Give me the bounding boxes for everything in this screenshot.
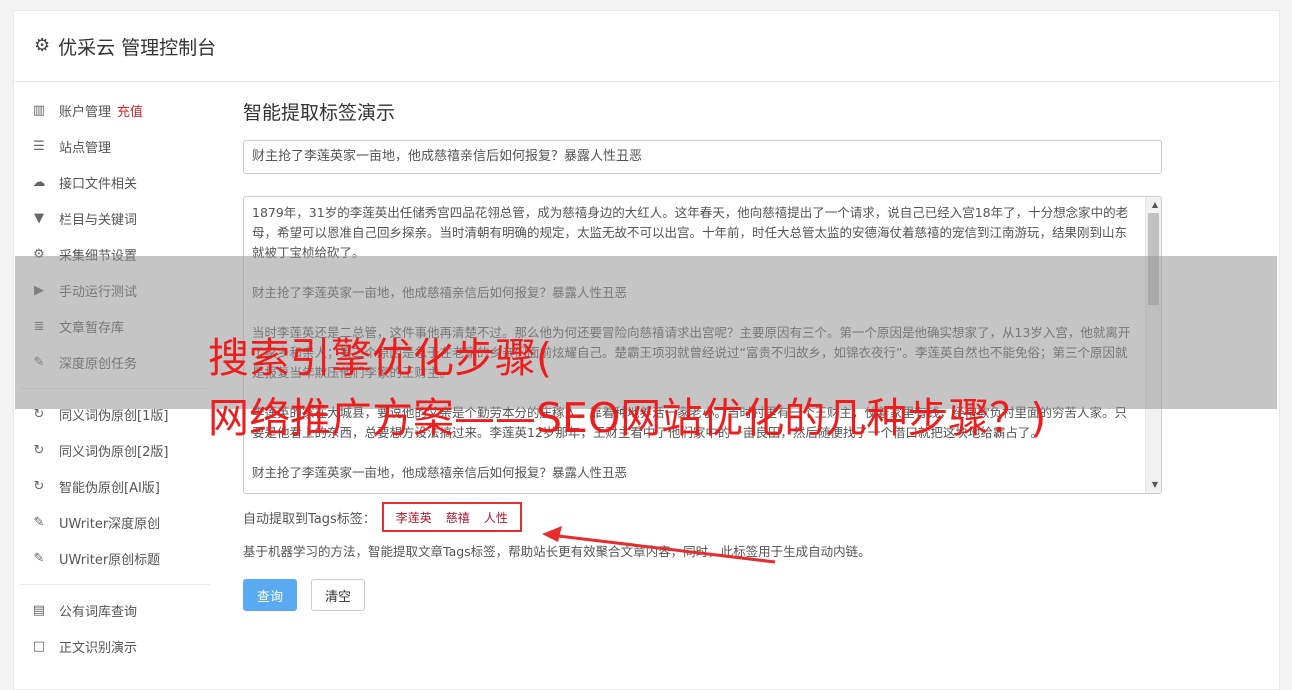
sidebar-item[interactable]: ↻ 智能伪原创[AI版] [20, 468, 210, 504]
tag-item: 慈禧 [445, 510, 470, 525]
sidebar-divider [20, 584, 210, 585]
sidebar-item[interactable]: ↻ 同义词伪原创[2版] [20, 432, 210, 468]
bar-chart-icon: ▥ [32, 102, 46, 118]
overlay-headline-line1: 搜索引擎优化步骤( [208, 334, 552, 382]
sidebar-item[interactable]: ☁ 接口文件相关 [20, 164, 210, 200]
article-title-input[interactable]: 财主抢了李莲英家一亩地，他成慈禧亲信后如何报复？暴露人性丑恶 [243, 140, 1162, 174]
overlay-headline-line2: 网络推广方案——SEO网站优化的几种步骤？) [208, 394, 1047, 442]
tags-list: 李莲英 慈禧 人性 [381, 502, 522, 532]
sidebar-item-label: 公有词库查询 [59, 604, 138, 620]
sidebar-item[interactable]: ✎ UWriter深度原创 [20, 504, 210, 540]
sidebar-item-label: 同义词伪原创[2版] [59, 444, 169, 460]
sidebar-item-label: 栏目与关键词 [59, 212, 138, 228]
clear-button[interactable]: 清空 [311, 579, 365, 611]
sidebar-item-label: 接口文件相关 [59, 176, 138, 192]
query-button[interactable]: 查询 [243, 579, 297, 611]
page-title: 智能提取标签演示 [243, 102, 396, 124]
filter-icon: ▼ [34, 210, 44, 226]
sidebar-item-label: 账户管理 [59, 104, 112, 120]
action-buttons: 查询 清空 [243, 579, 1164, 611]
sidebar-item[interactable]: ☰ 站点管理 [20, 128, 210, 164]
content-paragraph: 财主抢了李莲英家一亩地，他成慈禧亲信后如何报复？暴露人性丑恶 [252, 465, 628, 480]
tag-item: 李莲英 [395, 510, 432, 525]
server-icon: ☰ [33, 138, 45, 154]
square-icon: □ [32, 638, 46, 654]
sidebar-item[interactable]: ✎ UWriter原创标题 [20, 540, 210, 576]
console-title: 优采云 管理控制台 [58, 36, 217, 59]
tag-item: 人性 [483, 510, 508, 525]
scroll-up-icon[interactable]: ▲ [1152, 200, 1158, 210]
sidebar-item-label: 正文识别演示 [59, 640, 138, 656]
overlay-band [15, 256, 1277, 409]
sidebar-item-label: UWriter原创标题 [59, 552, 161, 568]
edit-icon: ✎ [33, 550, 45, 566]
gear-icon: ⚙ [34, 35, 51, 56]
sidebar-item[interactable]: ▥ 账户管理 充值 [20, 92, 210, 128]
sidebar-item-label: 站点管理 [59, 140, 112, 156]
cloud-upload-icon: ☁ [32, 174, 46, 190]
tags-label: 自动提取到Tags标签： [243, 511, 376, 527]
scroll-down-icon[interactable]: ▼ [1152, 480, 1158, 490]
recharge-link[interactable]: 充值 [117, 101, 143, 120]
book-icon: ▤ [32, 602, 46, 618]
refresh-icon: ↻ [33, 442, 45, 458]
sidebar-item-label: UWriter深度原创 [59, 516, 161, 532]
sidebar-item[interactable]: ▤ 公有词库查询 [20, 592, 210, 628]
sidebar-item-label: 智能伪原创[AI版] [59, 480, 160, 496]
sidebar-item[interactable]: □ 正文识别演示 [20, 628, 210, 664]
content-paragraph: 1879年，31岁的李莲英出任储秀宫四品花翎总管，成为慈禧身边的大红人。这年春天… [252, 205, 1129, 260]
refresh-icon: ↻ [33, 478, 45, 494]
red-arrow-annotation [542, 526, 776, 564]
console-header: ⚙ 优采云 管理控制台 [14, 11, 1279, 82]
sidebar-item[interactable]: ▼ 栏目与关键词 [20, 200, 210, 236]
edit-icon: ✎ [33, 514, 45, 530]
